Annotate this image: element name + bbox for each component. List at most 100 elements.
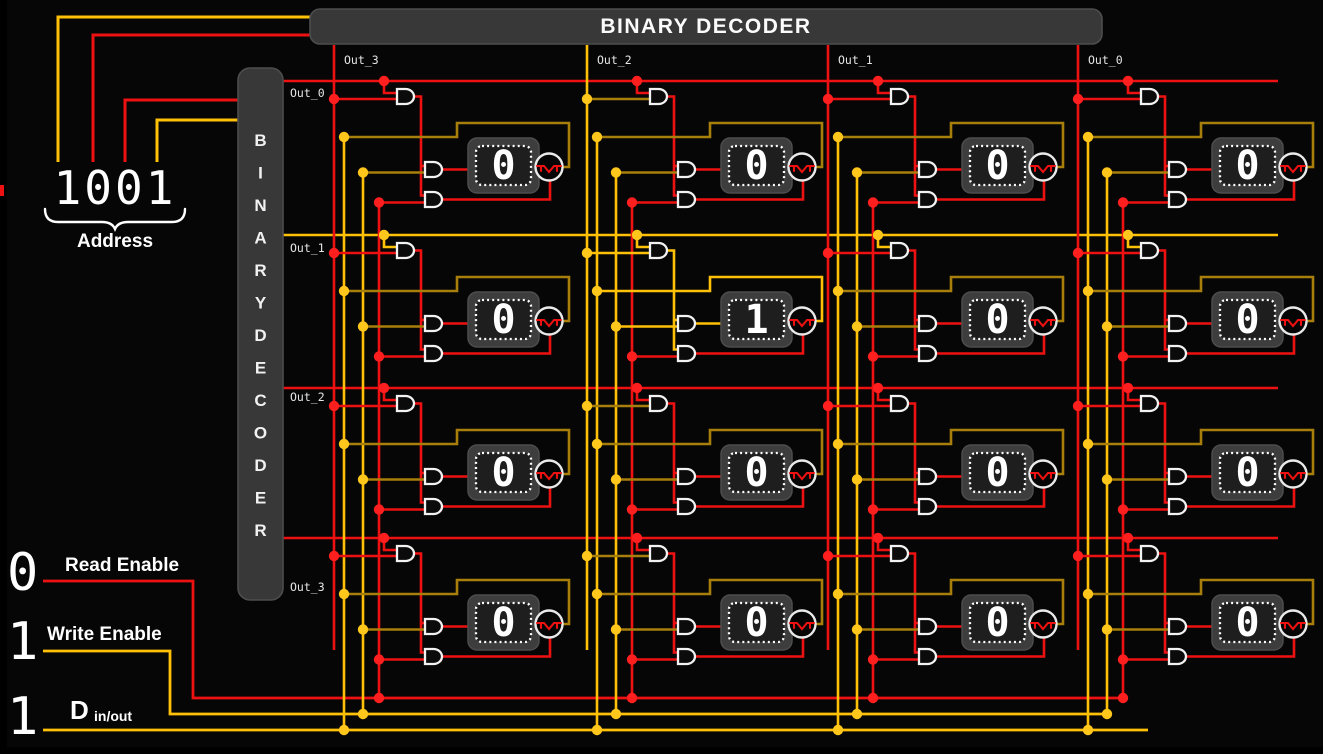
junction-dot xyxy=(329,551,339,561)
junction-dot xyxy=(852,474,862,484)
junction-dot xyxy=(339,132,349,142)
memory-cell-value: 0 xyxy=(1235,297,1259,343)
and-gate-write[interactable] xyxy=(919,469,936,484)
junction-dot xyxy=(627,351,637,361)
and-gate-write[interactable] xyxy=(919,316,936,331)
and-gate-select[interactable] xyxy=(650,396,667,411)
and-gate-select[interactable] xyxy=(1141,546,1158,561)
junction-dot xyxy=(379,76,389,86)
and-gate-select[interactable] xyxy=(891,89,908,104)
junction-dot xyxy=(868,197,878,207)
top-decoder-title: BINARY DECODER xyxy=(600,15,811,38)
and-gate-write[interactable] xyxy=(1169,316,1186,331)
junction-dot xyxy=(1123,230,1133,240)
and-gate-read[interactable] xyxy=(678,499,695,514)
wire-cell-select-out xyxy=(666,251,678,350)
junction-dot xyxy=(627,504,637,514)
read-enable-pin[interactable]: 0 xyxy=(7,543,38,603)
and-gate-write[interactable] xyxy=(678,469,695,484)
address-input: 1001 Address xyxy=(45,161,185,252)
junction-dot xyxy=(632,230,642,240)
left-decoder-title-letter: D xyxy=(254,456,266,475)
junction-dot xyxy=(1083,439,1093,449)
junction-dot xyxy=(833,589,843,599)
left-decoder-title-letter: E xyxy=(255,489,266,508)
junction-dot xyxy=(868,351,878,361)
and-gate-write[interactable] xyxy=(425,619,442,634)
and-gate-select[interactable] xyxy=(891,243,908,258)
and-gate-read[interactable] xyxy=(425,346,442,361)
and-gate-select[interactable] xyxy=(891,396,908,411)
and-gate-select[interactable] xyxy=(650,243,667,258)
junction-dot xyxy=(632,533,642,543)
and-gate-read[interactable] xyxy=(919,649,936,664)
and-gate-read[interactable] xyxy=(425,192,442,207)
memory-cell-value: 0 xyxy=(985,143,1009,189)
wire-cell-select-out xyxy=(907,404,919,503)
and-gate-write[interactable] xyxy=(425,469,442,484)
top-decoder-output-label: Out_2 xyxy=(597,53,632,67)
and-gate-read[interactable] xyxy=(1169,346,1186,361)
junction-dot xyxy=(379,383,389,393)
junction-dot xyxy=(611,167,621,177)
left-decoder-title-letter: B xyxy=(254,131,266,150)
and-gate-select[interactable] xyxy=(397,396,414,411)
memory-cell-value: 0 xyxy=(491,143,515,189)
junction-dot xyxy=(1118,197,1128,207)
and-gate-read[interactable] xyxy=(919,192,936,207)
junction-dot xyxy=(1073,401,1083,411)
and-gate-read[interactable] xyxy=(919,499,936,514)
and-gate-write[interactable] xyxy=(425,162,442,177)
and-gate-write[interactable] xyxy=(919,619,936,634)
and-gate-read[interactable] xyxy=(919,346,936,361)
junction-dot xyxy=(582,401,592,411)
and-gate-select[interactable] xyxy=(891,546,908,561)
data-in-out-pin[interactable]: 1 xyxy=(7,687,38,747)
and-gate-read[interactable] xyxy=(678,346,695,361)
and-gate-select[interactable] xyxy=(1141,243,1158,258)
and-gate-select[interactable] xyxy=(1141,396,1158,411)
and-gate-read[interactable] xyxy=(1169,649,1186,664)
junction-dot xyxy=(873,533,883,543)
memory-cell-value: 0 xyxy=(985,297,1009,343)
and-gate-write[interactable] xyxy=(1169,162,1186,177)
address-label: Address xyxy=(77,231,153,252)
and-gate-read[interactable] xyxy=(425,499,442,514)
address-value[interactable]: 1001 xyxy=(54,161,177,215)
junction-dot xyxy=(358,624,368,634)
and-gate-write[interactable] xyxy=(425,316,442,331)
and-gate-read[interactable] xyxy=(425,649,442,664)
and-gate-read[interactable] xyxy=(678,649,695,664)
junction-dot xyxy=(379,533,389,543)
and-gate-select[interactable] xyxy=(397,546,414,561)
memory-cell-value: 0 xyxy=(1235,143,1259,189)
wire-cell-select-out xyxy=(1157,554,1169,653)
and-gate-write[interactable] xyxy=(678,316,695,331)
and-gate-write[interactable] xyxy=(678,162,695,177)
and-gate-read[interactable] xyxy=(1169,192,1186,207)
junction-dot xyxy=(873,76,883,86)
and-gate-read[interactable] xyxy=(678,192,695,207)
junction-dot xyxy=(1102,321,1112,331)
junction-dot xyxy=(868,693,878,703)
and-gate-select[interactable] xyxy=(397,243,414,258)
and-gate-read[interactable] xyxy=(1169,499,1186,514)
junction-dot xyxy=(1083,132,1093,142)
junction-dot xyxy=(632,76,642,86)
and-gate-write[interactable] xyxy=(1169,619,1186,634)
top-binary-decoder: BINARY DECODEROut_3Out_2Out_1Out_0 xyxy=(310,9,1123,67)
and-gate-write[interactable] xyxy=(1169,469,1186,484)
and-gate-select[interactable] xyxy=(650,89,667,104)
and-gate-write[interactable] xyxy=(678,619,695,634)
junction-dot xyxy=(592,132,602,142)
junction-dot xyxy=(358,474,368,484)
and-gate-select[interactable] xyxy=(1141,89,1158,104)
and-gate-write[interactable] xyxy=(919,162,936,177)
and-gate-select[interactable] xyxy=(397,89,414,104)
junction-dot xyxy=(852,624,862,634)
junction-dot xyxy=(1083,725,1093,735)
junction-dot xyxy=(852,321,862,331)
junction-dot xyxy=(1118,351,1128,361)
and-gate-select[interactable] xyxy=(650,546,667,561)
write-enable-pin[interactable]: 1 xyxy=(7,612,38,672)
